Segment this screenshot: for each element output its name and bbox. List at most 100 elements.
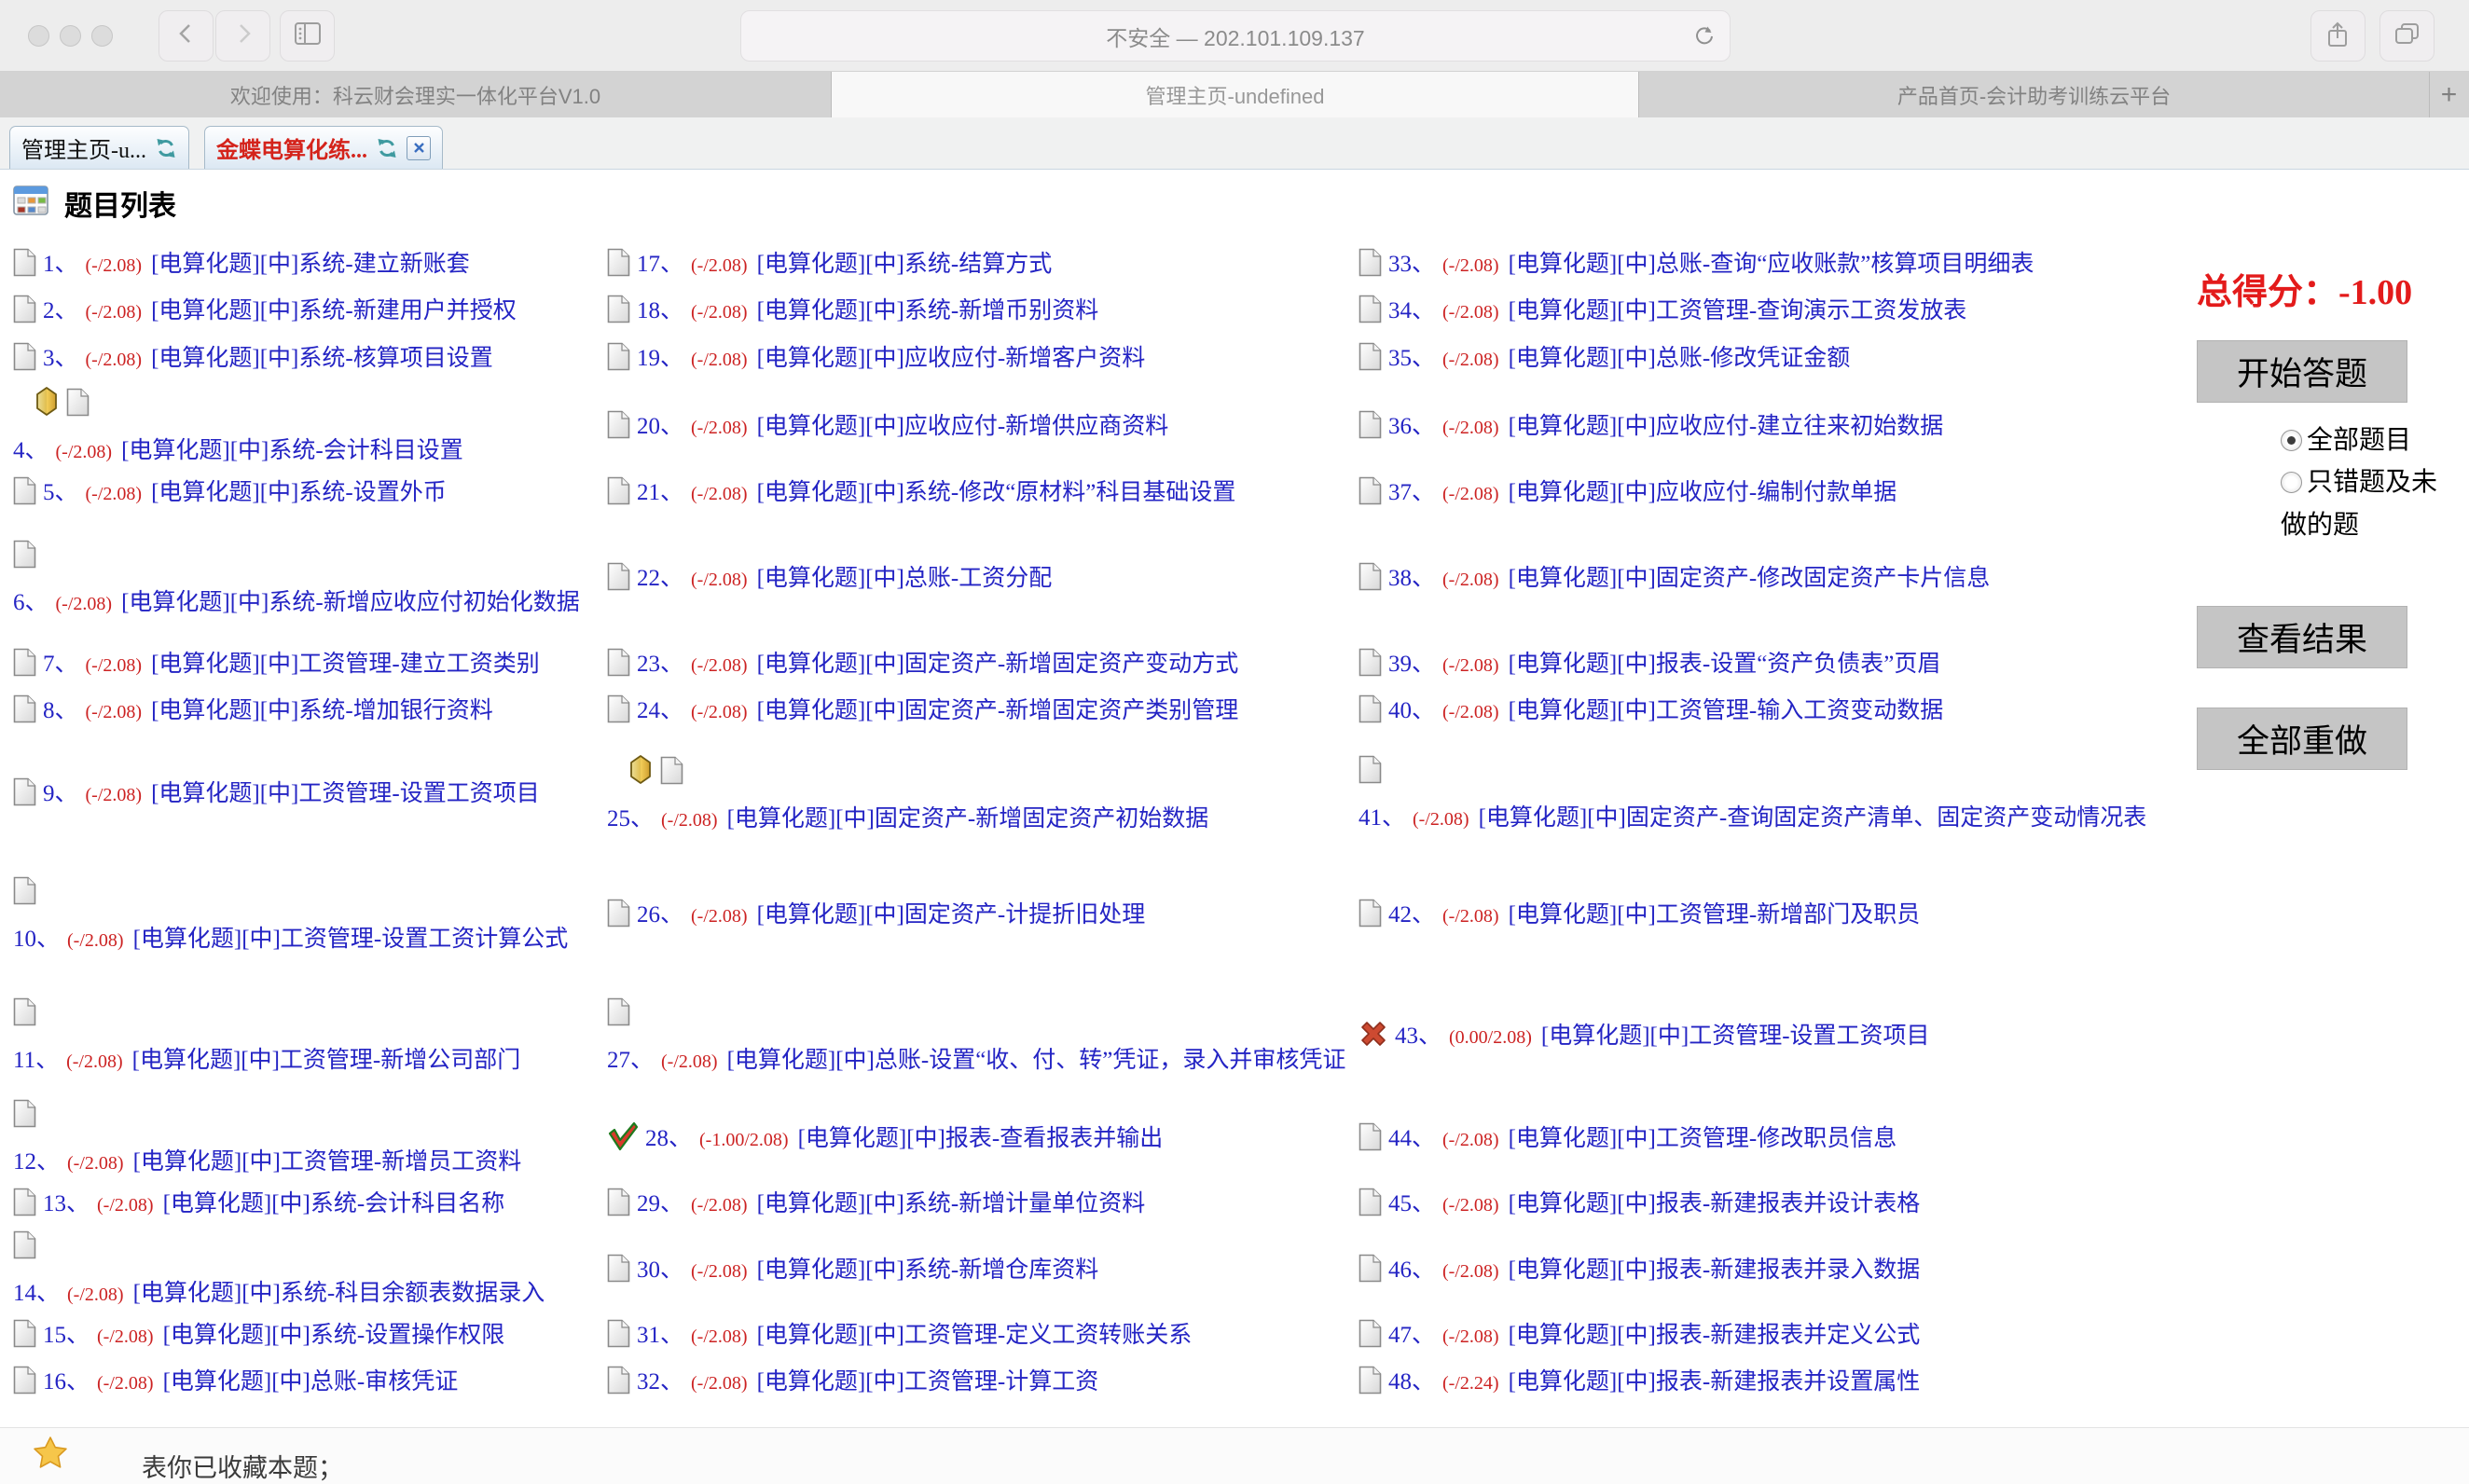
forward-button[interactable] bbox=[215, 10, 270, 62]
question-link[interactable]: 8、(-/2.08)[电算化题][中]系统-增加银行资料 bbox=[43, 698, 493, 723]
question-link[interactable]: 13、(-/2.08)[电算化题][中]系统-会计科目名称 bbox=[43, 1191, 504, 1216]
question-link[interactable]: 48、(-/2.24)[电算化题][中]报表-新建报表并设置属性 bbox=[1388, 1369, 1920, 1395]
view-results-button[interactable]: 查看结果 bbox=[2197, 606, 2407, 668]
question-cell: 37、(-/2.08)[电算化题][中]应收应付-编制付款单据 bbox=[1357, 473, 2188, 519]
question-cell: 15、(-/2.08)[电算化题][中]系统-设置操作权限 bbox=[11, 1315, 605, 1362]
tab-overview-button[interactable] bbox=[2379, 10, 2435, 62]
question-number: 41、 bbox=[1359, 805, 1405, 831]
reload-icon[interactable] bbox=[1692, 24, 1717, 53]
new-tab-button[interactable]: + bbox=[2430, 72, 2468, 117]
question-cell: 19、(-/2.08)[电算化题][中]应收应付-新增客户资料 bbox=[605, 337, 1357, 386]
inner-tab-1[interactable]: 管理主页-u... bbox=[9, 126, 189, 169]
radio-unselected-icon[interactable] bbox=[2281, 472, 2302, 493]
question-link[interactable]: 1、(-/2.08)[电算化题][中]系统-建立新账套 bbox=[43, 252, 470, 277]
question-link[interactable]: 41、(-/2.08)[电算化题][中]固定资产-查询固定资产清单、固定资产变动… bbox=[1359, 805, 2146, 831]
question-link[interactable]: 7、(-/2.08)[电算化题][中]工资管理-建立工资类别 bbox=[43, 652, 540, 677]
question-link[interactable]: 3、(-/2.08)[电算化题][中]系统-核算项目设置 bbox=[43, 346, 493, 371]
question-title: [电算化题][中]系统-新增仓库资料 bbox=[757, 1257, 1099, 1283]
question-number: 15、 bbox=[43, 1323, 90, 1348]
question-link[interactable]: 34、(-/2.08)[电算化题][中]工资管理-查询演示工资发放表 bbox=[1388, 298, 1966, 323]
question-link[interactable]: 14、(-/2.08)[电算化题][中]系统-科目余额表数据录入 bbox=[13, 1281, 545, 1306]
question-link[interactable]: 21、(-/2.08)[电算化题][中]系统-修改“原材料”科目基础设置 bbox=[637, 480, 1235, 505]
question-link[interactable]: 24、(-/2.08)[电算化题][中]固定资产-新增固定资产类别管理 bbox=[637, 698, 1238, 723]
radio-selected-icon[interactable] bbox=[2281, 430, 2302, 451]
browser-tab-2[interactable]: 管理主页-undefined bbox=[832, 72, 1639, 117]
question-link[interactable]: 40、(-/2.08)[电算化题][中]工资管理-输入工资变动数据 bbox=[1388, 698, 1943, 723]
browser-tab-3[interactable]: 产品首页-会计助考训练云平台 bbox=[1639, 72, 2430, 117]
sidebar-button[interactable] bbox=[280, 10, 335, 62]
question-link[interactable]: 43、(0.00/2.08)[电算化题][中]工资管理-设置工资项目 bbox=[1395, 1024, 1930, 1049]
refresh-icon[interactable] bbox=[376, 137, 398, 159]
question-link[interactable]: 30、(-/2.08)[电算化题][中]系统-新增仓库资料 bbox=[637, 1257, 1098, 1283]
back-button[interactable] bbox=[159, 10, 214, 62]
question-link[interactable]: 11、(-/2.08)[电算化题][中]工资管理-新增公司部门 bbox=[13, 1048, 520, 1073]
question-link[interactable]: 15、(-/2.08)[电算化题][中]系统-设置操作权限 bbox=[43, 1323, 504, 1348]
question-link[interactable]: 4、(-/2.08)[电算化题][中]系统-会计科目设置 bbox=[13, 438, 463, 463]
question-cell: 32、(-/2.08)[电算化题][中]工资管理-计算工资 bbox=[605, 1362, 1357, 1408]
legend-text: 表你已收藏本题； bbox=[142, 1448, 343, 1484]
question-title: [电算化题][中]应收应付-新增供应商资料 bbox=[757, 414, 1169, 439]
question-link[interactable]: 39、(-/2.08)[电算化题][中]报表-设置“资产负债表”页眉 bbox=[1388, 652, 1940, 677]
question-link[interactable]: 29、(-/2.08)[电算化题][中]系统-新增计量单位资料 bbox=[637, 1191, 1145, 1216]
radio-option-2[interactable]: 只错题及未做的题 bbox=[2281, 461, 2452, 546]
question-link[interactable]: 10、(-/2.08)[电算化题][中]工资管理-设置工资计算公式 bbox=[13, 927, 568, 952]
question-link[interactable]: 36、(-/2.08)[电算化题][中]应收应付-建立往来初始数据 bbox=[1388, 414, 1943, 439]
question-link[interactable]: 12、(-/2.08)[电算化题][中]工资管理-新增员工资料 bbox=[13, 1149, 521, 1175]
window-zoom-button[interactable] bbox=[91, 25, 113, 47]
browser-tab-1[interactable]: 欢迎使用：科云财会理实一体化平台V1.0 bbox=[0, 72, 832, 117]
sidebar-icon bbox=[294, 21, 322, 51]
question-link[interactable]: 19、(-/2.08)[电算化题][中]应收应付-新增客户资料 bbox=[637, 346, 1145, 371]
question-link[interactable]: 46、(-/2.08)[电算化题][中]报表-新建报表并录入数据 bbox=[1388, 1257, 1920, 1283]
question-score: (-/2.08) bbox=[1413, 809, 1469, 830]
question-cell: 14、(-/2.08)[电算化题][中]系统-科目余额表数据录入 bbox=[11, 1230, 605, 1315]
question-cell: 29、(-/2.08)[电算化题][中]系统-新增计量单位资料 bbox=[605, 1184, 1357, 1230]
question-cell: 26、(-/2.08)[电算化题][中]固定资产-计提折旧处理 bbox=[605, 857, 1357, 980]
question-link[interactable]: 35、(-/2.08)[电算化题][中]总账-修改凭证金额 bbox=[1388, 346, 1850, 371]
question-link[interactable]: 18、(-/2.08)[电算化题][中]系统-新增币别资料 bbox=[637, 298, 1098, 323]
share-button[interactable] bbox=[2310, 10, 2366, 62]
question-link[interactable]: 31、(-/2.08)[电算化题][中]工资管理-定义工资转账关系 bbox=[637, 1323, 1192, 1348]
question-number: 35、 bbox=[1388, 346, 1435, 371]
question-link[interactable]: 47、(-/2.08)[电算化题][中]报表-新建报表并定义公式 bbox=[1388, 1323, 1920, 1348]
question-link[interactable]: 2、(-/2.08)[电算化题][中]系统-新建用户并授权 bbox=[43, 298, 517, 323]
question-link[interactable]: 33、(-/2.08)[电算化题][中]总账-查询“应收账款”核算项目明细表 bbox=[1388, 252, 2034, 277]
close-icon[interactable] bbox=[407, 136, 431, 160]
question-link[interactable]: 44、(-/2.08)[电算化题][中]工资管理-修改职员信息 bbox=[1388, 1126, 1897, 1151]
redo-all-button[interactable]: 全部重做 bbox=[2197, 708, 2407, 770]
question-link[interactable]: 25、(-/2.08)[电算化题][中]固定资产-新增固定资产初始数据 bbox=[607, 806, 1208, 831]
question-number: 45、 bbox=[1388, 1191, 1435, 1216]
question-link[interactable]: 22、(-/2.08)[电算化题][中]总账-工资分配 bbox=[637, 566, 1052, 591]
question-link[interactable]: 9、(-/2.08)[电算化题][中]工资管理-设置工资项目 bbox=[43, 781, 540, 806]
refresh-icon[interactable] bbox=[155, 137, 177, 159]
question-link[interactable]: 20、(-/2.08)[电算化题][中]应收应付-新增供应商资料 bbox=[637, 414, 1168, 439]
total-score-label: 总得分： bbox=[2197, 273, 2338, 312]
question-title: [电算化题][中]工资管理-设置工资计算公式 bbox=[133, 927, 569, 952]
question-link[interactable]: 37、(-/2.08)[电算化题][中]应收应付-编制付款单据 bbox=[1388, 480, 1897, 505]
document-icon bbox=[607, 342, 630, 385]
back-icon bbox=[176, 21, 197, 50]
question-link[interactable]: 5、(-/2.08)[电算化题][中]系统-设置外币 bbox=[43, 480, 447, 505]
question-cell: 25、(-/2.08)[电算化题][中]固定资产-新增固定资产初始数据 bbox=[605, 737, 1357, 857]
question-link[interactable]: 23、(-/2.08)[电算化题][中]固定资产-新增固定资产变动方式 bbox=[637, 652, 1238, 677]
question-score: (-/2.08) bbox=[691, 350, 748, 370]
question-link[interactable]: 45、(-/2.08)[电算化题][中]报表-新建报表并设计表格 bbox=[1388, 1191, 1920, 1216]
question-link[interactable]: 42、(-/2.08)[电算化题][中]工资管理-新增部门及职员 bbox=[1388, 902, 1920, 928]
question-link[interactable]: 26、(-/2.08)[电算化题][中]固定资产-计提折旧处理 bbox=[637, 902, 1145, 928]
question-link[interactable]: 27、(-/2.08)[电算化题][中]总账-设置“收、付、转”凭证，录入并审核… bbox=[607, 1048, 1345, 1073]
question-number: 37、 bbox=[1388, 480, 1435, 505]
address-bar[interactable]: 不安全 — 202.101.109.137 bbox=[740, 10, 1731, 62]
question-link[interactable]: 32、(-/2.08)[电算化题][中]工资管理-计算工资 bbox=[637, 1369, 1098, 1395]
window-minimize-button[interactable] bbox=[60, 25, 81, 47]
question-cell: 7、(-/2.08)[电算化题][中]工资管理-建立工资类别 bbox=[11, 644, 605, 691]
question-link[interactable]: 6、(-/2.08)[电算化题][中]系统-新增应收应付初始化数据 bbox=[13, 590, 580, 615]
question-link[interactable]: 16、(-/2.08)[电算化题][中]总账-审核凭证 bbox=[43, 1369, 458, 1395]
question-link[interactable]: 38、(-/2.08)[电算化题][中]固定资产-修改固定资产卡片信息 bbox=[1388, 566, 1990, 591]
question-link[interactable]: 28、(-1.00/2.08)[电算化题][中]报表-查看报表并输出 bbox=[645, 1126, 1163, 1151]
question-link[interactable]: 17、(-/2.08)[电算化题][中]系统-结算方式 bbox=[637, 252, 1052, 277]
inner-tab-2[interactable]: 金蝶电算化练... bbox=[204, 126, 443, 169]
question-cell: 28、(-1.00/2.08)[电算化题][中]报表-查看报表并输出 bbox=[605, 1099, 1357, 1184]
start-answering-button[interactable]: 开始答题 bbox=[2197, 340, 2407, 403]
radio-option-1[interactable]: 全部题目 bbox=[2281, 419, 2452, 461]
question-cell: 23、(-/2.08)[电算化题][中]固定资产-新增固定资产变动方式 bbox=[605, 644, 1357, 691]
window-close-button[interactable] bbox=[28, 25, 49, 47]
